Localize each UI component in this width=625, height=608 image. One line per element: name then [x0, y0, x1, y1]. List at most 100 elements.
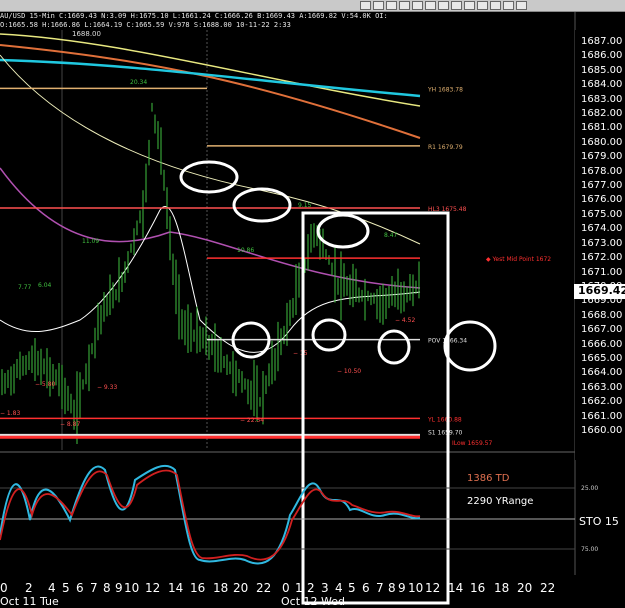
price-tick-label: 1668.00	[581, 309, 623, 321]
highlight-ellipse	[316, 213, 370, 249]
time-tick-label: 16	[190, 581, 205, 595]
price-annotation: − 5.80	[35, 381, 55, 388]
time-tick-label: 3	[321, 581, 329, 595]
top-price-marker: 1688.00	[72, 30, 101, 38]
price-annotation: 10.86	[237, 247, 254, 254]
time-tick-label: 22	[540, 581, 555, 595]
price-tick-label: 1667.00	[581, 324, 623, 336]
sto-d-line	[0, 469, 421, 561]
price-annotation: − 9.33	[97, 384, 117, 391]
level-label: ILow 1659.57	[452, 440, 492, 447]
time-tick-label: 8	[103, 581, 111, 595]
time-tick-label: 20	[233, 581, 248, 595]
price-tick-label: 1679.00	[581, 151, 623, 163]
sto-right-label: STO 15	[579, 515, 619, 528]
price-annotation: − 4.52	[395, 317, 415, 324]
highlight-box	[301, 211, 450, 605]
time-tick-label: 2	[25, 581, 33, 595]
highlight-ellipse	[179, 160, 239, 194]
ma-orange-line	[0, 44, 421, 139]
price-annotation: − 8.87	[60, 421, 80, 428]
time-tick-label: 18	[213, 581, 228, 595]
price-tick-label: 1686.00	[581, 50, 623, 62]
time-tick-label: 14	[448, 581, 463, 595]
price-tick-label: 1663.00	[581, 381, 623, 393]
ma-yellow-line	[0, 33, 421, 107]
time-tick-label: 9	[115, 581, 123, 595]
level-label: S1 1659.70	[428, 429, 463, 436]
highlight-ellipse	[377, 329, 411, 365]
time-tick-label: 9	[398, 581, 406, 595]
price-annotation: 9.15	[298, 202, 312, 209]
time-tick-label: 6	[362, 581, 370, 595]
price-tick-label: 1675.00	[581, 208, 623, 220]
time-tick-label: 16	[470, 581, 485, 595]
price-annotation: − 22.54	[240, 417, 264, 424]
price-annotation: 11.09	[82, 238, 99, 245]
time-tick-label: 8	[388, 581, 396, 595]
date-label: Oct 11 Tue	[0, 595, 59, 608]
time-tick-label: 12	[425, 581, 440, 595]
td-label: 1386 TD	[467, 473, 510, 484]
price-tick-label: 1681.00	[581, 122, 623, 134]
price-tick-label: 1665.00	[581, 352, 623, 364]
time-tick-label: 4	[48, 581, 56, 595]
time-tick-label: 4	[335, 581, 343, 595]
sto-axis-tick: 25.00	[581, 485, 598, 492]
level-label: YH 1683.78	[427, 86, 463, 93]
date-label: Oct 12 Wed	[281, 595, 345, 608]
sto-axis-tick: 75.00	[581, 546, 598, 553]
time-tick-label: 6	[76, 581, 84, 595]
price-tick-label: 1682.00	[581, 108, 623, 120]
time-tick-label: 5	[62, 581, 70, 595]
ma-light-line	[0, 54, 421, 245]
yrange-label: 2290 YRange	[467, 496, 533, 507]
price-tick-label: 1684.00	[581, 79, 623, 91]
time-tick-label: 10	[408, 581, 423, 595]
time-tick-label: 7	[376, 581, 384, 595]
price-annotation: − 1.83	[0, 410, 20, 417]
price-tick-label: 1661.00	[581, 410, 623, 422]
ma-white-line	[0, 206, 421, 353]
price-tick-label: 1683.00	[581, 93, 623, 105]
price-tick-label: 1685.00	[581, 64, 623, 76]
time-tick-label: 0	[282, 581, 290, 595]
ma-purple-line	[0, 167, 421, 289]
time-tick-label: 14	[168, 581, 183, 595]
price-tick-label: 1662.00	[581, 396, 623, 408]
time-tick-label: 12	[145, 581, 160, 595]
price-tick-label: 1672.00	[581, 252, 623, 264]
price-annotation: 20.34	[130, 79, 147, 86]
price-tick-label: 1671.00	[581, 266, 623, 278]
price-axis: 1687.00 1686.00 1685.00 1684.00 1683.00 1682.…	[575, 30, 625, 460]
highlight-ellipse	[443, 320, 497, 372]
price-annotation: 6.04	[38, 282, 52, 289]
time-tick-label: 18	[494, 581, 509, 595]
time-tick-label: 22	[256, 581, 271, 595]
time-tick-label: 2	[307, 581, 315, 595]
price-tick-label: 1680.00	[581, 136, 623, 148]
price-tick-label: 1666.00	[581, 338, 623, 350]
time-tick-label: 1	[295, 581, 303, 595]
level-label: YL 1660.88	[427, 416, 462, 423]
time-tick-label: 5	[348, 581, 356, 595]
time-tick-label: 7	[90, 581, 98, 595]
price-annotation: − 15	[293, 350, 308, 357]
time-tick-label: 0	[0, 581, 8, 595]
price-tick-label: 1674.00	[581, 223, 623, 235]
price-tick-label: 1677.00	[581, 180, 623, 192]
price-tick-label: 1660.00	[581, 425, 623, 436]
price-tick-label: 1673.00	[581, 237, 623, 249]
price-annotation: 8.47	[384, 232, 398, 239]
time-tick-label: 10	[124, 581, 139, 595]
price-tick-label: 1687.00	[581, 36, 623, 47]
price-tick-label: 1676.00	[581, 194, 623, 206]
level-label: ◆ Yest Mid Point 1672	[486, 256, 551, 263]
price-annotation: 7.77	[18, 284, 32, 291]
highlight-ellipse	[232, 187, 292, 223]
current-price-label: 1669.42	[574, 284, 625, 299]
price-chart[interactable]: 1688.00 YH 1683.78R1 1679.79HL3 1675.48◆…	[0, 0, 625, 608]
level-label: R1 1679.79	[428, 144, 463, 151]
price-tick-label: 1678.00	[581, 165, 623, 177]
price-tick-label: 1664.00	[581, 367, 623, 379]
